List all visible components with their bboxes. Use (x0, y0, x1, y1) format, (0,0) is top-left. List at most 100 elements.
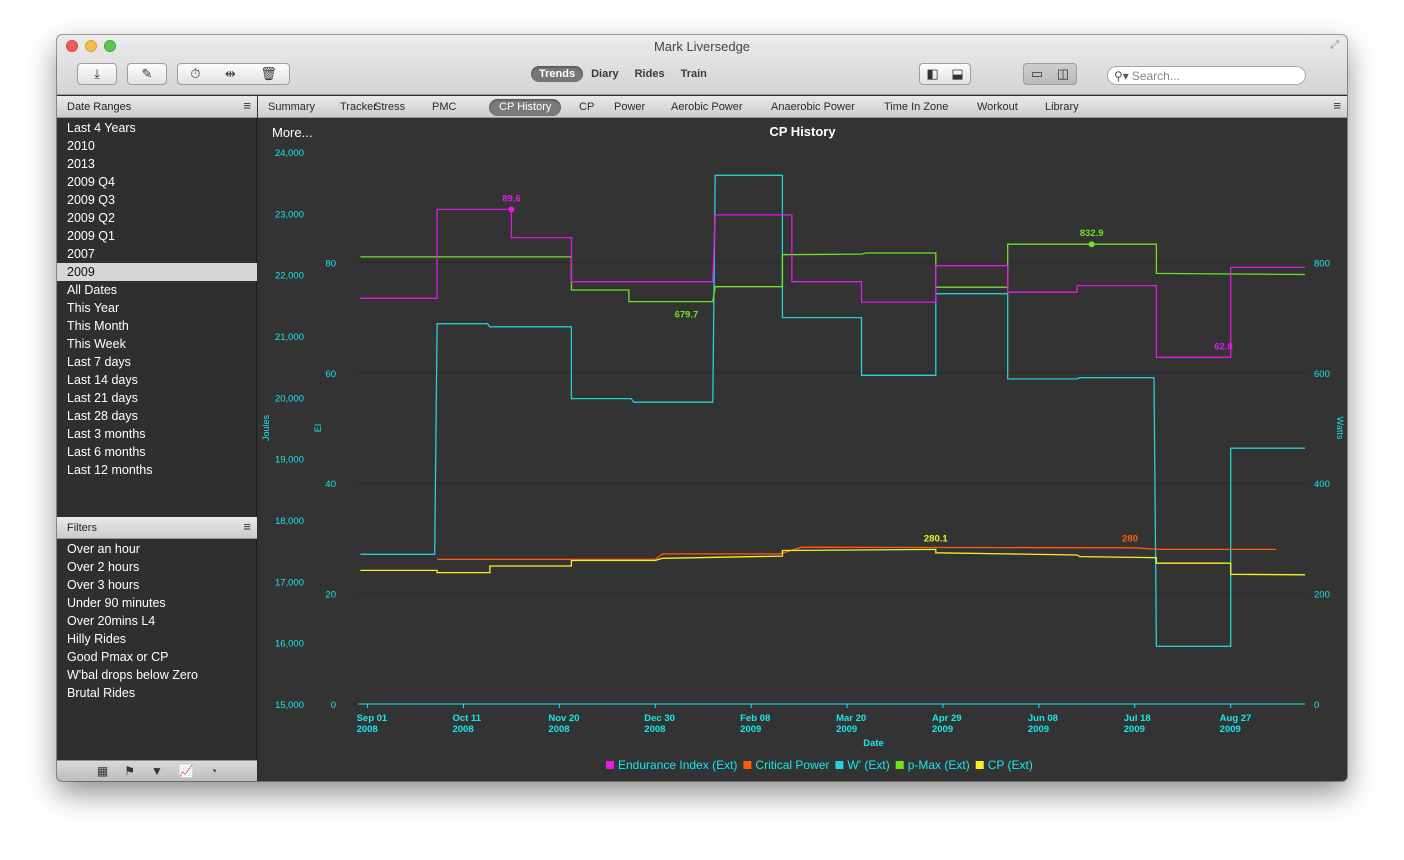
filter-item[interactable]: Good Pmax or CP (57, 648, 257, 666)
layout-toggle-group: ◧ ⬓ (919, 63, 971, 85)
tiled-panel-icon[interactable]: ◫ (1057, 66, 1069, 82)
filter-item[interactable]: Under 90 minutes (57, 594, 257, 612)
chart-tab-pmc[interactable]: PMC (422, 99, 466, 116)
date-range-item[interactable]: Last 4 Years (57, 119, 257, 137)
date-range-item[interactable]: Last 6 months (57, 443, 257, 461)
split-icon[interactable]: ⇹ (225, 66, 236, 82)
joules-tick-label: 22,000 (275, 271, 304, 282)
series-line (360, 243, 1306, 303)
ei-tick-label: 60 (325, 369, 336, 380)
gauge-icon[interactable]: ◔ (210, 764, 217, 778)
filter-item[interactable]: Over 3 hours (57, 576, 257, 594)
chart-icon[interactable]: 📈 (179, 764, 194, 778)
annotation-label: 62.8 (1214, 341, 1233, 352)
search-field[interactable]: ⚲▾ Search... (1107, 66, 1306, 85)
x-tick-year: 2009 (1220, 724, 1241, 735)
title-bar: Mark Liversedge ⤢ ⤓ ✎ ⏱ ⇹ 🗑 Trends Diary… (57, 35, 1347, 95)
chart-tab-bar: ≡ Summary Tracker Stress PMC CP History CP Pow… (258, 96, 1347, 118)
legend-swatch (895, 761, 904, 769)
date-range-item[interactable]: Last 7 days (57, 353, 257, 371)
chart-tab-aerobic-power[interactable]: Aerobic Power (661, 99, 753, 116)
filter-icon[interactable]: ▼ (151, 764, 163, 778)
date-range-item[interactable]: This Year (57, 299, 257, 317)
x-tick-label: Jul 18 (1124, 713, 1151, 724)
watts-tick-label: 200 (1314, 590, 1330, 601)
chart-tab-library[interactable]: Library (1035, 99, 1089, 116)
date-range-item[interactable]: This Month (57, 317, 257, 335)
panel-toggle-group: ▭ ◫ (1023, 63, 1077, 85)
date-range-item[interactable]: Last 3 months (57, 425, 257, 443)
legend-label: CP (Ext) (988, 758, 1033, 772)
date-range-item[interactable]: 2013 (57, 155, 257, 173)
date-ranges-menu-icon[interactable]: ≡ (243, 98, 251, 113)
filter-item[interactable]: Over an hour (57, 540, 257, 558)
date-range-item[interactable]: 2009 Q1 (57, 227, 257, 245)
bottom-layout-icon[interactable]: ⬓ (951, 66, 963, 82)
watts-axis-label: Watts (1335, 417, 1345, 440)
legend-swatch (606, 761, 614, 769)
filter-item[interactable]: Brutal Rides (57, 684, 257, 702)
sidebar-layout-icon[interactable]: ◧ (926, 66, 938, 82)
joules-tick-label: 15,000 (275, 700, 304, 711)
date-range-item[interactable]: 2009 (57, 263, 257, 281)
annotation-label: 89.6 (502, 193, 521, 204)
fullscreen-icon[interactable]: ⤢ (1330, 39, 1339, 52)
edit-button[interactable]: ✎ (127, 63, 167, 85)
chart-tab-cp[interactable]: CP (569, 99, 604, 116)
date-range-item[interactable]: 2009 Q3 (57, 191, 257, 209)
view-tab-train[interactable]: Train (673, 66, 715, 82)
joules-tick-label: 24,000 (275, 148, 304, 159)
x-tick-year: 2008 (644, 724, 665, 735)
date-range-item[interactable]: Last 28 days (57, 407, 257, 425)
chart-tab-stress[interactable]: Stress (364, 99, 415, 116)
date-ranges-list: Last 4 Years 2010 2013 2009 Q4 2009 Q3 2009 Q… (57, 119, 257, 479)
download-button[interactable]: ⤓ (77, 63, 117, 85)
series-line (360, 548, 1306, 576)
chart-tab-cp-history[interactable]: CP History (489, 99, 562, 116)
filters-menu-icon[interactable]: ≡ (243, 519, 251, 534)
search-input[interactable]: Search... (1132, 69, 1180, 83)
date-ranges-title: Date Ranges (67, 101, 132, 113)
date-range-item[interactable]: 2007 (57, 245, 257, 263)
date-range-item[interactable]: All Dates (57, 281, 257, 299)
stopwatch-icon[interactable]: ⏱ (190, 66, 200, 82)
chart-tab-anaerobic-power[interactable]: Anaerobic Power (761, 99, 865, 116)
filters-header: Filters ≡ (57, 517, 257, 539)
date-range-item[interactable]: 2009 Q2 (57, 209, 257, 227)
date-range-item[interactable]: Last 21 days (57, 389, 257, 407)
ei-tick-label: 0 (331, 700, 336, 711)
ei-axis-label: EI (313, 424, 323, 433)
download-icon: ⤓ (94, 66, 100, 81)
view-tab-rides[interactable]: Rides (627, 66, 673, 82)
calendar-icon[interactable]: ▦ (97, 764, 108, 778)
chart-tab-time-in-zone[interactable]: Time In Zone (874, 99, 958, 116)
date-ranges-header: Date Ranges ≡ (57, 96, 257, 118)
single-panel-icon[interactable]: ▭ (1031, 66, 1043, 82)
chart-tab-summary[interactable]: Summary (258, 99, 325, 116)
date-range-item[interactable]: This Week (57, 335, 257, 353)
filter-item[interactable]: Over 20mins L4 (57, 612, 257, 630)
filter-item[interactable]: W'bal drops below Zero (57, 666, 257, 684)
bookmark-icon[interactable]: ⚑ (124, 764, 135, 778)
chart-tabs-menu-icon[interactable]: ≡ (1333, 98, 1341, 113)
x-tick-label: Feb 08 (740, 713, 770, 724)
date-range-item[interactable]: 2010 (57, 137, 257, 155)
view-tab-diary[interactable]: Diary (583, 66, 627, 82)
joules-axis-label: Joules (261, 414, 271, 441)
x-tick-year: 2008 (548, 724, 569, 735)
filter-item[interactable]: Hilly Rides (57, 630, 257, 648)
ei-tick-label: 40 (325, 479, 336, 490)
x-axis-label: Date (863, 738, 884, 749)
view-tab-trends[interactable]: Trends (531, 66, 584, 82)
app-window: Mark Liversedge ⤢ ⤓ ✎ ⏱ ⇹ 🗑 Trends Diary… (57, 35, 1347, 781)
chart-tab-power[interactable]: Power (604, 99, 655, 116)
date-range-item[interactable]: Last 12 months (57, 461, 257, 479)
cp-history-chart[interactable]: 15,000 16,000 17,000 18,000 19,000 20,000 21,0… (258, 119, 1347, 781)
x-tick-year: 2009 (1124, 724, 1145, 735)
date-range-item[interactable]: 2009 Q4 (57, 173, 257, 191)
trash-icon[interactable]: 🗑 (260, 66, 277, 82)
filter-item[interactable]: Over 2 hours (57, 558, 257, 576)
chart-tab-workout[interactable]: Workout (967, 99, 1028, 116)
date-range-item[interactable]: Last 14 days (57, 371, 257, 389)
watts-tick-label: 0 (1314, 700, 1319, 711)
